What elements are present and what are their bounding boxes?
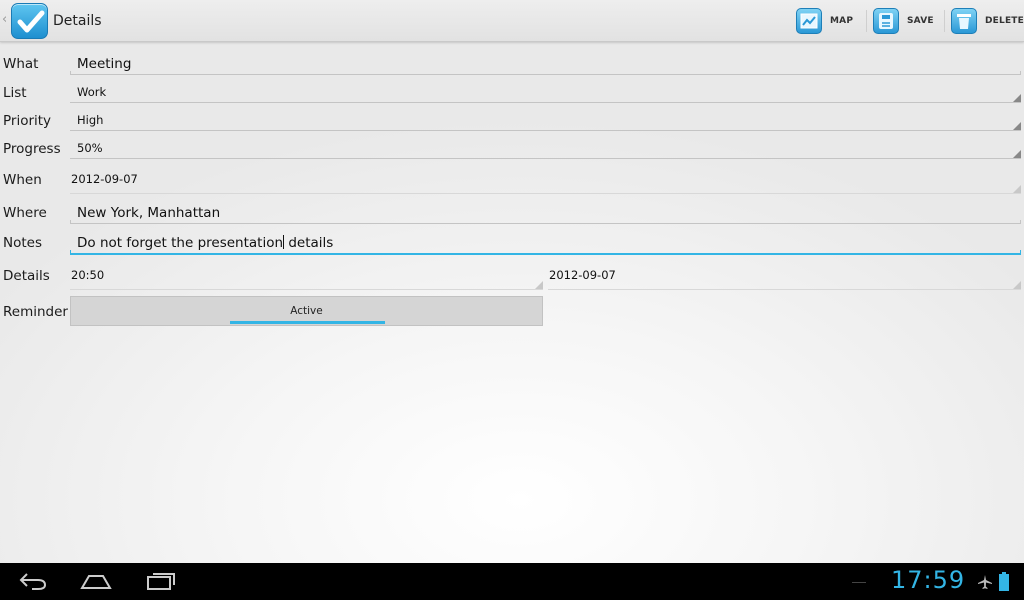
page-title: Details	[53, 13, 102, 29]
delete-button[interactable]: DELETE	[951, 0, 1024, 42]
up-caret-icon[interactable]: ‹	[2, 12, 7, 27]
spinner-corner-icon	[1013, 281, 1021, 289]
what-input[interactable]: Meeting	[70, 50, 1021, 75]
save-button[interactable]: SAVE	[873, 0, 934, 42]
home-icon[interactable]	[80, 571, 112, 595]
spinner-underline	[70, 289, 543, 290]
progress-value: 50%	[77, 141, 103, 155]
spinner-corner-icon	[1013, 94, 1021, 102]
app-checkmark-icon[interactable]	[11, 3, 48, 39]
field-underline-focused	[70, 250, 1021, 255]
list-spinner[interactable]: Work	[70, 80, 1021, 103]
airplane-mode-icon	[977, 574, 993, 594]
map-icon	[796, 8, 822, 34]
toggle-indicator	[230, 321, 385, 324]
recent-apps-icon[interactable]	[146, 571, 176, 595]
when-value: 2012-09-07	[71, 172, 138, 186]
priority-label: Priority	[3, 113, 52, 129]
spinner-corner-icon	[1013, 185, 1021, 193]
battery-icon	[998, 572, 1010, 596]
progress-label: Progress	[3, 141, 61, 157]
spinner-underline	[70, 130, 1021, 131]
details-label: Details	[3, 268, 50, 284]
where-input[interactable]: New York, Manhattan	[70, 200, 1021, 224]
details-date-picker[interactable]: 2012-09-07	[548, 262, 1021, 290]
list-value: Work	[77, 85, 107, 99]
action-divider	[866, 10, 867, 32]
action-divider	[944, 10, 945, 32]
spinner-corner-icon	[1013, 150, 1021, 158]
progress-spinner[interactable]: 50%	[70, 136, 1021, 159]
save-icon	[873, 8, 899, 34]
reminder-button-label: Active	[290, 305, 323, 317]
field-underline	[70, 220, 1021, 224]
notes-label: Notes	[3, 235, 42, 251]
when-date-picker[interactable]: 2012-09-07	[70, 166, 1021, 194]
trash-icon	[951, 8, 977, 34]
spinner-underline	[70, 158, 1021, 159]
notes-text-after-cursor: details	[284, 235, 334, 251]
list-label: List	[3, 85, 27, 101]
clock: 17:59	[891, 566, 966, 594]
what-label: What	[3, 56, 39, 72]
what-value: Meeting	[77, 56, 132, 72]
priority-value: High	[77, 113, 104, 127]
status-dash-icon	[852, 582, 866, 583]
field-underline	[70, 71, 1021, 75]
where-value: New York, Manhattan	[77, 205, 221, 221]
spinner-corner-icon	[1013, 122, 1021, 130]
spinner-corner-icon	[535, 281, 543, 289]
reminder-label: Reminder	[3, 304, 68, 320]
map-label: MAP	[830, 16, 854, 26]
notes-text-before-cursor: Do not forget the presentation	[77, 235, 284, 251]
system-bar: 17:59	[0, 563, 1024, 600]
notes-value: Do not forget the presentation details	[77, 235, 333, 251]
priority-spinner[interactable]: High	[70, 108, 1021, 131]
details-time-value: 20:50	[71, 268, 105, 282]
spinner-underline	[548, 289, 1021, 290]
notes-input[interactable]: Do not forget the presentation details	[70, 229, 1021, 256]
reminder-toggle-button[interactable]: Active	[70, 296, 543, 326]
details-time-picker[interactable]: 20:50	[70, 262, 543, 290]
save-label: SAVE	[907, 16, 934, 26]
when-label: When	[3, 172, 42, 188]
details-date-value: 2012-09-07	[549, 268, 616, 282]
back-icon[interactable]	[18, 571, 48, 595]
map-button[interactable]: MAP	[796, 0, 853, 42]
where-label: Where	[3, 205, 47, 221]
action-bar: ‹ Details MAP SAVE DELETE	[0, 0, 1024, 42]
spinner-underline	[70, 102, 1021, 103]
delete-label: DELETE	[985, 16, 1024, 26]
spinner-underline	[70, 193, 1021, 194]
